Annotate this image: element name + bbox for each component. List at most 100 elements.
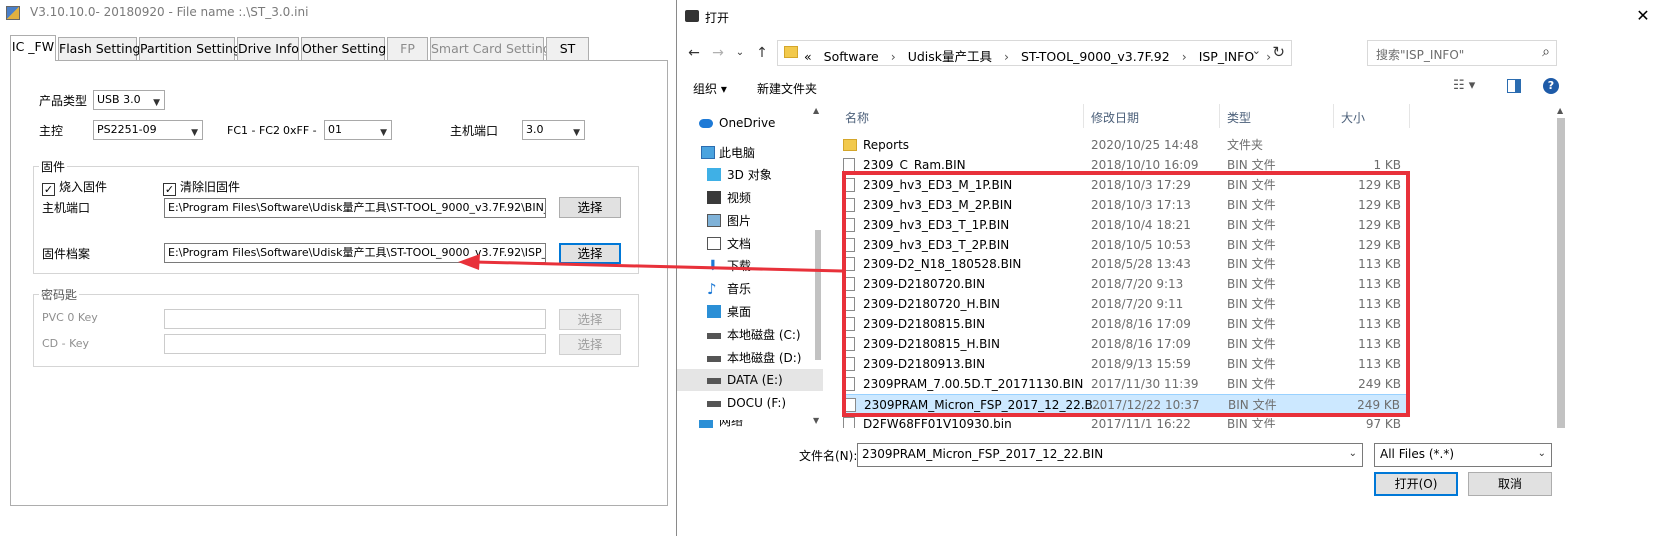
file-size: 113 KB [1358, 257, 1401, 272]
file-row[interactable]: 2309PRAM_7.00.5D.T_20171130.BIN 2017/11/3… [843, 374, 1409, 394]
column-date[interactable]: 修改日期 [1091, 109, 1139, 126]
column-name[interactable]: 名称 [845, 109, 869, 126]
file-row[interactable]: 2309-D2180720_H.BIN 2018/7/20 9:11 BIN 文件 1… [843, 294, 1409, 314]
file-row[interactable]: 2309_hv3_ED3_T_2P.BIN 2018/10/5 10:53 BIN … [843, 235, 1409, 255]
nav-drive-f[interactable]: DOCU (F:) [677, 392, 823, 414]
preview-pane-icon[interactable] [1507, 79, 1521, 93]
file-icon [844, 397, 856, 412]
chevron-down-icon[interactable]: ⌄ [1349, 448, 1357, 459]
breadcrumb-udisk[interactable]: Udisk量产工具 [908, 49, 992, 64]
cancel-button[interactable]: 取消 [1468, 472, 1552, 496]
scroll-down-icon[interactable]: ▼ [813, 416, 819, 425]
close-icon[interactable]: ✕ [1633, 7, 1653, 27]
nav-3d-objects[interactable]: 3D 对象 [677, 164, 823, 186]
tab-st[interactable]: ST [546, 37, 589, 60]
nav-onedrive[interactable]: OneDrive [677, 112, 823, 134]
breadcrumb-software[interactable]: Software [824, 49, 879, 64]
file-type: BIN 文件 [1227, 356, 1276, 371]
nav-documents[interactable]: 文档 [677, 233, 823, 255]
nav-desktop[interactable]: 桌面 [677, 301, 823, 323]
nav-drive-d[interactable]: 本地磁盘 (D:) [677, 347, 823, 369]
file-row[interactable]: 2309_hv3_ED3_M_1P.BIN 2018/10/3 17:29 BIN … [843, 175, 1409, 195]
nav-this-pc[interactable]: 此电脑 [677, 142, 823, 164]
refresh-icon[interactable]: ↻ [1272, 43, 1285, 61]
column-divider[interactable] [1409, 104, 1410, 128]
tab-fp[interactable]: FP [387, 37, 428, 60]
checkmark-icon: ✓ [42, 183, 55, 196]
help-icon[interactable]: ? [1543, 78, 1559, 94]
file-row[interactable]: 2309-D2180913.BIN 2018/9/13 15:59 BIN 文件 11… [843, 354, 1409, 374]
back-arrow-icon[interactable]: ← [685, 44, 703, 62]
file-row[interactable]: 2309_hv3_ED3_T_1P.BIN 2018/10/4 18:21 BIN … [843, 215, 1409, 235]
up-arrow-icon[interactable]: ↑ [753, 44, 771, 62]
fc-select[interactable]: 01 ▼ [324, 120, 392, 140]
column-divider[interactable] [1083, 104, 1084, 128]
host-port-select[interactable]: 3.0 ▼ [522, 120, 585, 140]
file-row[interactable]: 2309_hv3_ED3_M_2P.BIN 2018/10/3 17:13 BIN … [843, 195, 1409, 215]
file-name: 2309_hv3_ED3_M_1P.BIN [863, 177, 1013, 192]
recent-chevron-icon[interactable]: ⌄ [731, 44, 749, 62]
file-row[interactable]: D2FW68FF01V10930.bin 2017/11/1 16:22 BIN 文… [843, 414, 1409, 428]
pvc-key-input[interactable] [164, 309, 546, 329]
controller-select[interactable]: PS2251-09 ▼ [93, 120, 203, 140]
nav-drive-e[interactable]: DATA (E:) [677, 369, 823, 391]
tab-drive-info[interactable]: Drive Info [237, 37, 299, 60]
forward-arrow-icon[interactable]: → [709, 44, 727, 62]
file-row[interactable]: 2309-D2180815.BIN 2018/8/16 17:09 BIN 文件 11… [843, 314, 1409, 334]
burn-firmware-checkbox[interactable]: ✓ 烧入固件 [42, 178, 107, 196]
breadcrumb-isp-info[interactable]: ISP_INFO [1199, 49, 1254, 64]
filename-input[interactable]: 2309PRAM_Micron_FSP_2017_12_22.BIN ⌄ [857, 443, 1363, 467]
file-row[interactable]: 2309PRAM_Micron_FSP_2017_12_22.B... 2017/… [843, 393, 1409, 414]
pvc-key-select-button[interactable]: 选择 [559, 309, 621, 330]
file-row[interactable]: 2309_C_Ram.BIN 2018/10/10 16:09 BIN 文件 1 KB [843, 155, 1409, 175]
file-type: BIN 文件 [1227, 297, 1276, 312]
clear-firmware-checkbox[interactable]: ✓ 清除旧固件 [163, 178, 240, 196]
file-row[interactable]: 2309-D2180720.BIN 2018/7/20 9:13 BIN 文件 113… [843, 274, 1409, 294]
product-type-label: 产品类型 [39, 94, 88, 108]
tab-partition-setting[interactable]: Partition Setting [139, 37, 241, 60]
new-folder-button[interactable]: 新建文件夹 [757, 80, 817, 97]
nav-drive-c[interactable]: 本地磁盘 (C:) [677, 324, 823, 346]
cd-key-input[interactable] [164, 334, 546, 354]
column-size[interactable]: 大小 [1341, 109, 1365, 126]
column-type[interactable]: 类型 [1227, 109, 1251, 126]
chevron-down-icon[interactable]: ⌄ [1252, 44, 1261, 57]
column-divider[interactable] [1333, 104, 1334, 128]
scroll-up-icon[interactable]: ▲ [813, 106, 819, 115]
tab-smart-card-setting[interactable]: Smart Card Setting [430, 37, 551, 60]
address-bar[interactable]: « Software › Udisk量产工具 › ST-TOOL_9000_v3… [777, 40, 1292, 66]
file-name: 2309_hv3_ED3_T_1P.BIN [863, 217, 1010, 232]
nav-videos[interactable]: 视频 [677, 187, 823, 209]
view-options-icon[interactable]: ☷ ▾ [1453, 78, 1475, 93]
nav-music[interactable]: ♪ 音乐 [677, 278, 823, 300]
column-divider[interactable] [1219, 104, 1220, 128]
breadcrumb-overflow[interactable]: « [804, 49, 812, 64]
tab-other-setting[interactable]: Other Setting [301, 37, 386, 60]
host-port-value: 3.0 [526, 123, 544, 136]
tab-ic-fw[interactable]: IC _FW [10, 35, 56, 61]
search-input[interactable]: 搜索"ISP_INFO" ⌕ [1367, 40, 1557, 66]
file-row[interactable]: 2309-D2_N18_180528.BIN 2018/5/28 13:43 BIN… [843, 254, 1409, 274]
fw-file-select-button[interactable]: 选择 [559, 243, 621, 264]
file-icon [843, 376, 855, 391]
organize-menu[interactable]: 组织 ▾ [693, 80, 727, 97]
product-type-select[interactable]: USB 3.0 ▼ [93, 90, 165, 110]
fw-host-port-path-input[interactable]: E:\Program Files\Software\Udisk量产工具\ST-T… [164, 198, 546, 218]
nav-downloads[interactable]: ⬇ 下载 [677, 255, 823, 277]
open-button[interactable]: 打开(O) [1374, 472, 1458, 496]
nav-network[interactable]: 网络 [677, 420, 823, 428]
scroll-up-icon[interactable]: ▲ [1557, 106, 1563, 115]
filetype-select[interactable]: All Files (*.*) ⌄ [1374, 443, 1552, 467]
fw-file-path-input[interactable]: E:\Program Files\Software\Udisk量产工具\ST-T… [164, 243, 546, 263]
nav-scroll-thumb[interactable] [815, 230, 821, 360]
file-row[interactable]: 2309-D2180815_H.BIN 2018/8/16 17:09 BIN 文件… [843, 334, 1409, 354]
nav-pictures[interactable]: 图片 [677, 210, 823, 232]
file-row[interactable]: Reports 2020/10/25 14:48 文件夹 [843, 135, 1409, 155]
file-icon [843, 157, 855, 172]
fw-host-port-select-button[interactable]: 选择 [559, 197, 621, 218]
cd-key-select-button[interactable]: 选择 [559, 334, 621, 355]
breadcrumb-st-tool[interactable]: ST-TOOL_9000_v3.7F.92 [1021, 49, 1170, 64]
tab-flash-setting[interactable]: Flash Setting [58, 37, 141, 60]
music-icon: ♪ [707, 280, 717, 298]
file-list-scroll-thumb[interactable] [1557, 118, 1565, 428]
